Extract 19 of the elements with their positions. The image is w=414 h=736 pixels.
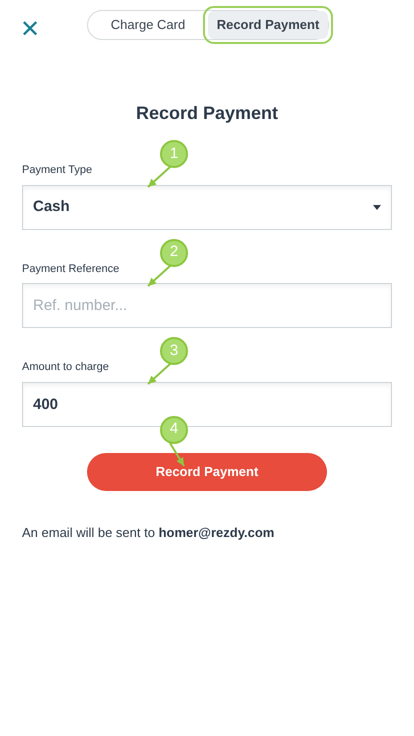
field-label: Payment Type [22, 163, 92, 178]
tab[interactable]: Charge Card [88, 11, 208, 39]
email-notice: An email will be sent to homer@rezdy.com [22, 524, 276, 542]
form-title: Record Payment [134, 102, 280, 125]
tab[interactable]: Record Payment [208, 11, 328, 39]
record-payment-button[interactable]: Record Payment [87, 452, 327, 490]
close-button[interactable]: ✕ [16, 18, 44, 42]
callout-arrow [147, 166, 171, 188]
step-number: 1 [160, 140, 188, 168]
callout-arrow [147, 363, 171, 385]
caret-icon [373, 204, 381, 210]
field-label: Payment Reference [22, 262, 120, 276]
step-number: 3 [160, 337, 188, 365]
callout-arrow [147, 264, 171, 286]
step-number: 2 [160, 238, 188, 266]
input-field[interactable]: Ref. number... [22, 283, 392, 328]
dropdown-field[interactable]: Cash [22, 184, 392, 230]
field-label: Amount to charge [22, 360, 109, 375]
callout-arrow [169, 442, 185, 466]
